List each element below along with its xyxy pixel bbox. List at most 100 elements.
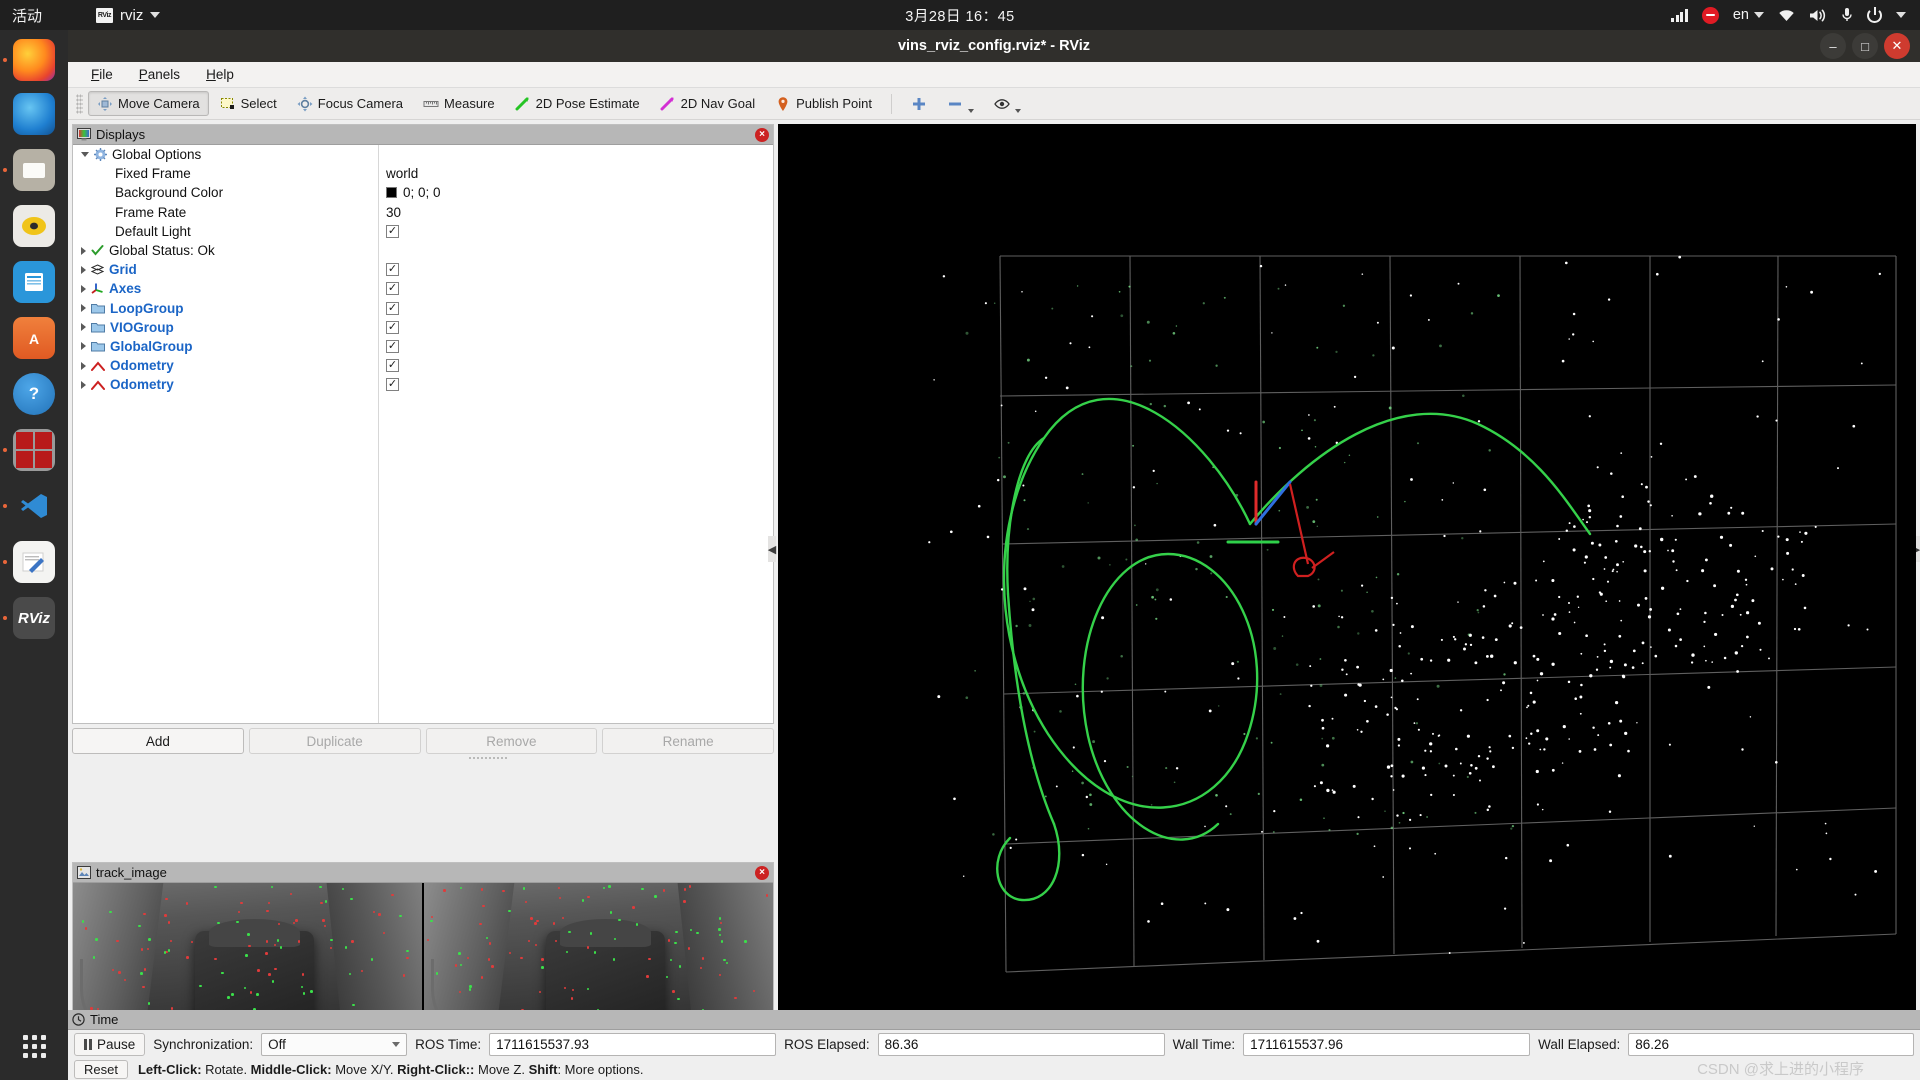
expander-icon[interactable] xyxy=(81,152,89,158)
remove-button[interactable]: Remove xyxy=(425,728,598,754)
map-point xyxy=(1513,661,1517,665)
map-point xyxy=(1461,537,1464,540)
dock-item-libreoffice-writer[interactable] xyxy=(0,254,68,310)
clock[interactable]: 3月28日 16：45 xyxy=(0,5,1920,26)
running-indicator xyxy=(3,58,7,62)
toolbar-grip[interactable] xyxy=(76,93,83,114)
color-swatch[interactable] xyxy=(386,187,397,199)
map-point xyxy=(1592,577,1595,581)
dock-item-files[interactable] xyxy=(0,142,68,198)
render-view[interactable]: 31 fps xyxy=(778,124,1916,1080)
dock-item-terminator[interactable] xyxy=(0,422,68,478)
menu-file[interactable]: File xyxy=(80,64,124,85)
expander-icon[interactable] xyxy=(81,304,86,313)
map-point xyxy=(1582,518,1584,521)
vio-group-checkbox[interactable]: ✓ xyxy=(386,320,399,334)
tree-row-background-color[interactable]: Background Color 0; 0; 0 xyxy=(73,183,773,202)
tree-row-grid[interactable]: Grid ✓ xyxy=(73,260,773,279)
expander-icon[interactable] xyxy=(81,380,86,389)
rename-button[interactable]: Rename xyxy=(602,728,774,754)
expander-icon[interactable] xyxy=(81,284,86,293)
tree-row-global-group[interactable]: GlobalGroup ✓ xyxy=(73,337,773,356)
odometry-2-checkbox[interactable]: ✓ xyxy=(386,378,399,392)
tree-row-default-light[interactable]: Default Light ✓ xyxy=(73,222,773,241)
tool-pose-estimate[interactable]: 2D Pose Estimate xyxy=(506,91,649,116)
map-point xyxy=(1316,525,1319,528)
tool-remove[interactable] xyxy=(938,91,983,116)
close-icon[interactable]: × xyxy=(755,865,769,880)
dock-item-vscode[interactable] xyxy=(0,478,68,534)
tree-row-frame-rate[interactable]: Frame Rate 30 xyxy=(73,203,773,222)
displays-tree[interactable]: Global Options Fixed Frame world Backgro… xyxy=(73,145,773,723)
close-icon[interactable]: × xyxy=(755,127,769,142)
tool-publish-point[interactable]: Publish Point xyxy=(766,91,881,116)
feature-point xyxy=(268,973,271,976)
minimize-button[interactable]: – xyxy=(1820,33,1846,59)
tree-row-fixed-frame[interactable]: Fixed Frame world xyxy=(73,164,773,183)
tree-value-fixed-frame[interactable]: world xyxy=(386,166,418,181)
dock-item-ubuntu-software[interactable]: A xyxy=(0,310,68,366)
dock-item-help[interactable]: ? xyxy=(0,366,68,422)
menu-panels[interactable]: Panels xyxy=(128,64,191,85)
duplicate-button[interactable]: Duplicate xyxy=(248,728,421,754)
tool-focus-camera[interactable]: Focus Camera xyxy=(288,91,412,116)
loop-group-checkbox[interactable]: ✓ xyxy=(386,301,399,315)
maximize-button[interactable]: □ xyxy=(1852,33,1878,59)
default-light-checkbox[interactable]: ✓ xyxy=(386,224,399,238)
wall-time-field[interactable]: 1711615537.96 xyxy=(1243,1032,1531,1056)
dock-item-rhythmbox[interactable] xyxy=(0,198,68,254)
odometry-1-checkbox[interactable]: ✓ xyxy=(386,359,399,373)
panel-resize-handle[interactable] xyxy=(468,756,508,761)
tree-row-vio-group[interactable]: VIOGroup ✓ xyxy=(73,318,773,337)
expander-icon[interactable] xyxy=(81,342,86,351)
collapse-left-handle[interactable]: ◀ xyxy=(768,536,776,562)
map-point xyxy=(1660,586,1665,590)
menu-help[interactable]: Help xyxy=(195,64,245,85)
tree-row-odometry-2[interactable]: Odometry ✓ xyxy=(73,375,773,394)
expander-icon[interactable] xyxy=(81,361,86,370)
show-applications-button[interactable] xyxy=(0,1018,68,1074)
map-point xyxy=(1388,406,1392,410)
tool-select[interactable]: Select xyxy=(211,91,286,116)
global-group-checkbox[interactable]: ✓ xyxy=(386,339,399,353)
expander-icon[interactable] xyxy=(81,323,86,332)
map-point xyxy=(1087,827,1090,830)
expander-icon[interactable] xyxy=(81,265,86,274)
map-point xyxy=(1714,632,1718,636)
pause-button[interactable]: Pause xyxy=(74,1032,146,1056)
ros-elapsed-field[interactable]: 86.36 xyxy=(877,1032,1165,1056)
add-button[interactable]: Add xyxy=(72,728,244,754)
wall-elapsed-field[interactable]: 86.26 xyxy=(1628,1032,1914,1056)
tree-row-odometry-1[interactable]: Odometry ✓ xyxy=(73,356,773,375)
map-point xyxy=(1328,828,1331,832)
map-point xyxy=(1632,649,1636,653)
tree-value-frame-rate[interactable]: 30 xyxy=(386,205,401,220)
map-point xyxy=(1530,732,1533,735)
map-point xyxy=(1236,660,1239,663)
map-point xyxy=(1325,744,1330,748)
close-button[interactable]: ✕ xyxy=(1884,33,1910,59)
synchronization-select[interactable]: Off xyxy=(261,1032,408,1056)
reset-button[interactable]: Reset xyxy=(74,1059,128,1079)
tree-row-global-status[interactable]: Global Status: Ok xyxy=(73,241,773,260)
tree-row-loop-group[interactable]: LoopGroup ✓ xyxy=(73,299,773,318)
ros-time-field[interactable]: 1711615537.93 xyxy=(489,1032,777,1056)
tool-add[interactable] xyxy=(902,91,936,116)
grid-checkbox[interactable]: ✓ xyxy=(386,263,399,277)
tool-measure[interactable]: Measure xyxy=(414,91,504,116)
tool-move-camera[interactable]: Move Camera xyxy=(88,91,209,116)
tree-row-axes[interactable]: Axes ✓ xyxy=(73,279,773,298)
tree-row-global-options[interactable]: Global Options xyxy=(73,145,773,164)
tool-nav-goal[interactable]: 2D Nav Goal xyxy=(651,91,764,116)
tree-value-background-color[interactable]: 0; 0; 0 xyxy=(403,185,441,200)
dock-item-thunderbird[interactable] xyxy=(0,86,68,142)
expander-icon[interactable] xyxy=(81,246,86,255)
chevron-down-icon[interactable] xyxy=(967,109,974,113)
dock-item-firefox[interactable] xyxy=(0,32,68,88)
dock-item-text-editor[interactable] xyxy=(0,534,68,590)
dock-item-rviz[interactable]: RViz xyxy=(0,590,68,646)
chevron-down-icon[interactable] xyxy=(1014,109,1021,113)
axes-checkbox[interactable]: ✓ xyxy=(386,282,399,296)
map-point xyxy=(1396,814,1399,817)
tool-visibility[interactable] xyxy=(985,91,1030,116)
